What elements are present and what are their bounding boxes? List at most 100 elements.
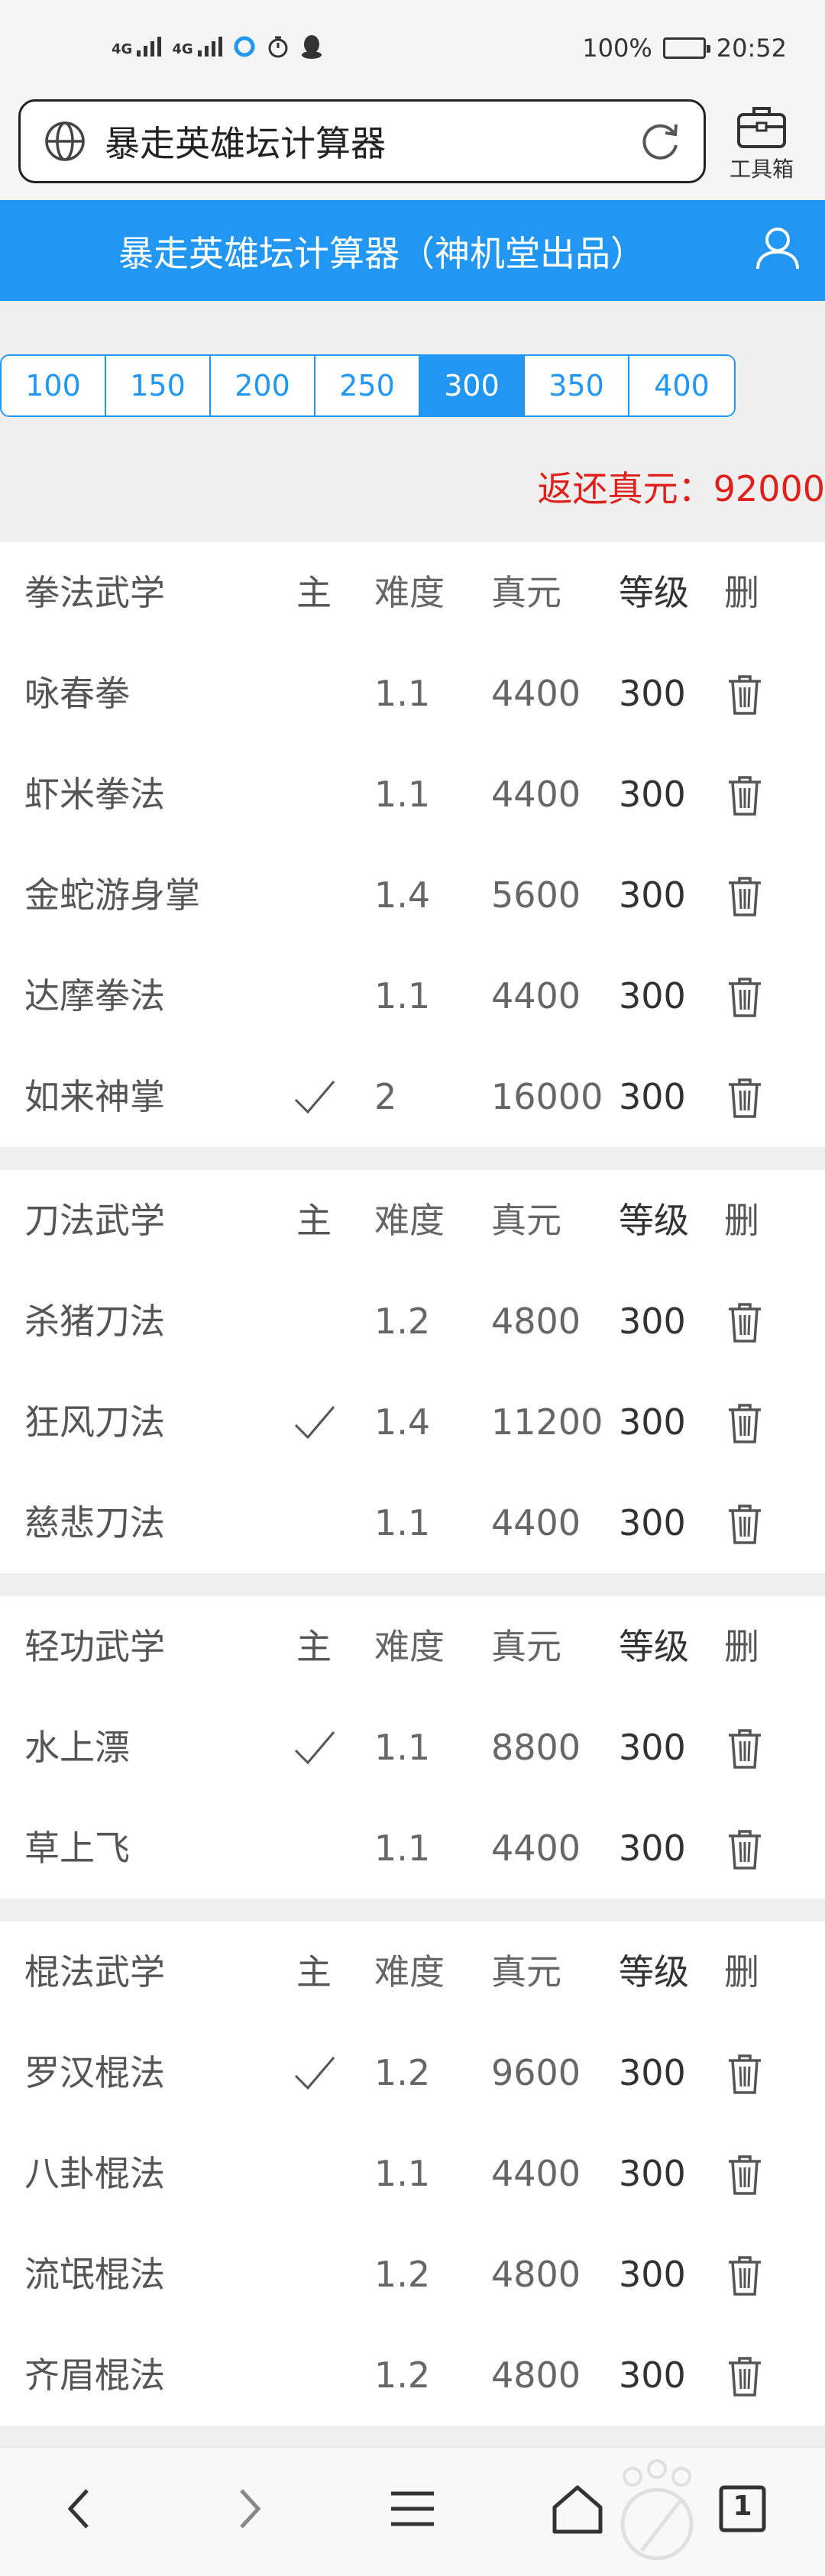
table-row: 齐眉棍法 1.2 4800 300 (0, 2325, 825, 2426)
browser-bottom-nav: 1 (0, 2446, 825, 2576)
skill-level[interactable]: 300 (619, 2224, 686, 2325)
table-row: 狂风刀法 1.4 11200 300 (0, 1372, 825, 1472)
trash-icon[interactable] (726, 2053, 764, 2096)
status-left: 4G 4G (112, 34, 323, 60)
trash-icon[interactable] (726, 976, 764, 1019)
skill-level[interactable]: 300 (619, 945, 686, 1046)
table-row: 慈悲刀法 1.1 4400 300 (0, 1472, 825, 1573)
header-difficulty: 难度 (374, 572, 445, 613)
header-zhenyuan: 真元 (491, 572, 561, 613)
skill-level[interactable]: 300 (619, 1271, 686, 1372)
trash-icon[interactable] (726, 1503, 764, 1546)
address-bar[interactable]: 暴走英雄坛计算器 (18, 99, 706, 183)
tabs-button[interactable]: 1 (704, 2471, 781, 2547)
table-row: 流氓棍法 1.2 4800 300 (0, 2224, 825, 2325)
skill-level[interactable]: 300 (619, 1472, 686, 1573)
signal-icon-sim1: 4G (112, 37, 162, 57)
status-right: 100% 20:52 (582, 34, 787, 63)
skill-name: 如来神掌 (24, 1076, 165, 1117)
signal1-label: 4G (112, 41, 133, 57)
section-title: 拳法武学 (24, 572, 165, 613)
level-option-200[interactable]: 200 (211, 356, 315, 415)
header-level: 等级 (619, 1200, 689, 1241)
app-header: 暴走英雄坛计算器（神机堂出品） (0, 200, 825, 301)
refund-display: 返还真元：92000 (538, 461, 825, 512)
level-option-400[interactable]: 400 (629, 356, 734, 415)
trash-icon[interactable] (726, 674, 764, 716)
paw-watermark-icon (620, 2459, 694, 2561)
header-main: 主 (296, 1200, 332, 1241)
header-main: 主 (296, 1951, 332, 1993)
browser-notification-icon (234, 36, 255, 57)
trash-icon[interactable] (726, 2355, 764, 2398)
skill-level[interactable]: 300 (619, 1372, 686, 1472)
user-icon[interactable] (753, 223, 802, 272)
trash-icon[interactable] (726, 1402, 764, 1445)
table-row: 金蛇游身掌 1.4 5600 300 (0, 845, 825, 945)
level-option-350[interactable]: 350 (525, 356, 629, 415)
martial-arts-sections: 拳法武学主难度 真元 等级删咏春拳 1.1 4400 300 虾米拳法 1.1 4400 300 金… (0, 542, 825, 2448)
skill-level[interactable]: 300 (619, 1798, 686, 1899)
skill-level[interactable]: 300 (619, 1046, 686, 1147)
table-row: 水上漂 1.1 8800 300 (0, 1697, 825, 1798)
trash-icon[interactable] (726, 1301, 764, 1344)
toolbox-button[interactable]: 工具箱 (720, 99, 804, 183)
skill-difficulty: 1.1 (374, 2153, 431, 2194)
table-row: 八卦棍法 1.1 4400 300 (0, 2123, 825, 2224)
header-zhenyuan: 真元 (491, 1951, 561, 1993)
section-2: 轻功武学 主 难度 真元 等级删水上漂 1.1 8800 300 草上飞 1.1 4400 300 (0, 1596, 825, 1899)
header-delete: 删 (724, 1200, 759, 1241)
level-option-250[interactable]: 250 (315, 356, 420, 415)
level-selector-area: 100 150 200 250 300 350 400 返还真元：92000 (0, 301, 825, 542)
skill-difficulty: 1.1 (374, 975, 431, 1017)
header-delete: 删 (724, 1626, 759, 1667)
skill-level[interactable]: 300 (619, 643, 686, 744)
skill-difficulty: 1.2 (374, 2254, 431, 2295)
skill-level[interactable]: 300 (619, 2022, 686, 2123)
level-option-100[interactable]: 100 (2, 356, 106, 415)
toolbox-icon (737, 107, 786, 148)
header-difficulty: 难度 (374, 1951, 445, 1993)
trash-icon[interactable] (726, 1728, 764, 1770)
skill-difficulty: 1.4 (374, 1401, 431, 1443)
level-option-150[interactable]: 150 (106, 356, 211, 415)
trash-icon[interactable] (726, 2254, 764, 2297)
check-icon[interactable] (293, 1077, 337, 1117)
check-icon[interactable] (293, 1402, 337, 1442)
reload-icon[interactable] (638, 119, 682, 163)
skill-level[interactable]: 300 (619, 845, 686, 945)
skill-level[interactable]: 300 (619, 2325, 686, 2426)
forward-icon[interactable] (209, 2471, 286, 2547)
check-icon[interactable] (293, 1728, 337, 1767)
refund-value: 92000 (713, 468, 825, 509)
skill-name: 金蛇游身掌 (24, 874, 200, 916)
skill-difficulty: 1.2 (374, 2052, 431, 2093)
skill-name: 流氓棍法 (24, 2254, 165, 2295)
table-row: 罗汉棍法 1.2 9600 300 (0, 2022, 825, 2123)
skill-level[interactable]: 300 (619, 744, 686, 845)
page-title: 暴走英雄坛计算器（神机堂出品） (118, 233, 645, 274)
skill-level[interactable]: 300 (619, 1697, 686, 1798)
header-level: 等级 (619, 1626, 689, 1667)
skill-zhenyuan: 16000 (491, 1076, 603, 1117)
section-title: 棍法武学 (24, 1951, 165, 1993)
trash-icon[interactable] (726, 2154, 764, 2196)
skill-difficulty: 1.1 (374, 1828, 431, 1869)
back-icon[interactable] (43, 2471, 119, 2547)
skill-zhenyuan: 11200 (491, 1401, 603, 1443)
trash-icon[interactable] (726, 1828, 764, 1871)
trash-icon[interactable] (726, 774, 764, 817)
trash-icon[interactable] (726, 875, 764, 918)
section-header-row: 拳法武学 主 难度 真元 等级删 (0, 542, 825, 643)
skill-difficulty: 1.2 (374, 2355, 431, 2396)
skill-level[interactable]: 300 (619, 2123, 686, 2224)
level-option-300[interactable]: 300 (420, 356, 525, 415)
skill-zhenyuan: 4400 (491, 975, 581, 1017)
skill-name: 草上飞 (24, 1828, 130, 1869)
header-delete: 删 (724, 1951, 759, 1993)
trash-icon[interactable] (726, 1077, 764, 1120)
skill-zhenyuan: 5600 (491, 874, 581, 916)
skill-difficulty: 1.1 (374, 774, 431, 815)
menu-icon[interactable] (374, 2471, 451, 2547)
check-icon[interactable] (293, 2053, 337, 2093)
